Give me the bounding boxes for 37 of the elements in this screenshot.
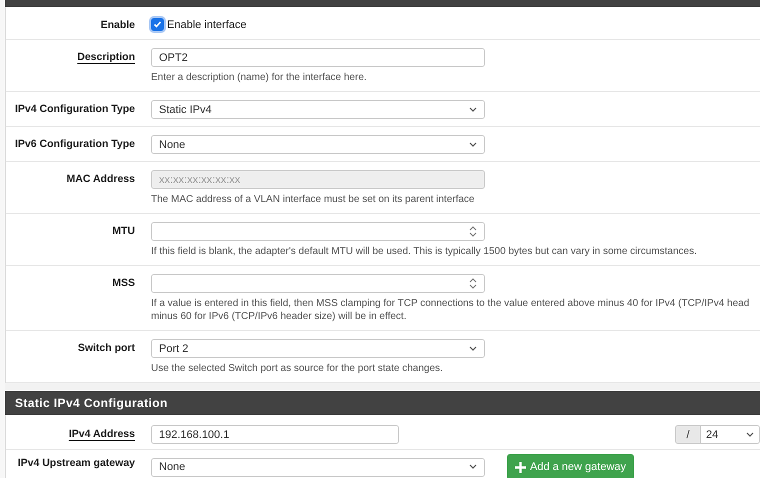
checkmark-icon xyxy=(153,20,162,29)
subnet-select[interactable]: 24 xyxy=(701,425,760,444)
field-label: IPv6 Configuration Type xyxy=(15,138,135,150)
field-label: MAC Address xyxy=(66,173,135,185)
number-field[interactable] xyxy=(151,222,485,241)
help-text: Enter a description (name) for the interface here. xyxy=(151,71,368,84)
chevron-down-icon xyxy=(469,346,477,352)
help-text: If this field is blank, the adapter's default MTU will be used. This is typically 1500 bytes but can vary in some circumstances. xyxy=(151,245,698,258)
select-field[interactable]: Static IPv4 xyxy=(151,100,485,119)
select-field[interactable]: Port 2 xyxy=(151,339,485,358)
slash-addon: / xyxy=(675,425,701,444)
field-label: Switch port xyxy=(78,342,135,354)
text-field[interactable]: 192.168.100.1 xyxy=(151,425,399,444)
help-text: Use the selected Switch port as source for the port state changes. xyxy=(151,362,444,375)
spinner-arrows-icon xyxy=(469,278,477,289)
field-label: MTU xyxy=(112,225,135,237)
select-field[interactable]: None xyxy=(151,458,485,476)
field-label: MSS xyxy=(112,277,135,289)
help-text: The MAC address of a VLAN interface must be set on its parent interface xyxy=(151,193,476,206)
enable-checkbox[interactable]: Enable interface xyxy=(151,16,760,31)
field-label: IPv4 Upstream gateway xyxy=(18,457,135,469)
disabled-field: xx:xx:xx:xx:xx:xx xyxy=(151,170,485,189)
chevron-down-icon xyxy=(469,464,477,470)
chevron-down-icon xyxy=(469,142,477,148)
field-label: Enable xyxy=(100,19,135,31)
spinner-arrows-icon xyxy=(469,226,477,237)
field-label: IPv4 Address xyxy=(68,428,135,440)
text-field[interactable]: OPT2 xyxy=(151,48,485,67)
section-header: Static IPv4 Configuration xyxy=(5,391,760,415)
select-field[interactable]: None xyxy=(151,135,485,154)
field-label: Description xyxy=(77,51,135,63)
chevron-down-icon xyxy=(469,106,477,112)
number-field[interactable] xyxy=(151,274,485,293)
plus-icon xyxy=(515,462,526,472)
field-label: IPv4 Configuration Type xyxy=(15,103,135,115)
chevron-down-icon xyxy=(746,432,754,438)
help-text: If a value is entered in this field, then MSS clamping for TCP connections to the value entered above minus 40 for IPv4 (TCP/IPv4 head minus 60 for IPv6 (TCP/IPv6 header size) will be in effect. xyxy=(151,297,750,323)
